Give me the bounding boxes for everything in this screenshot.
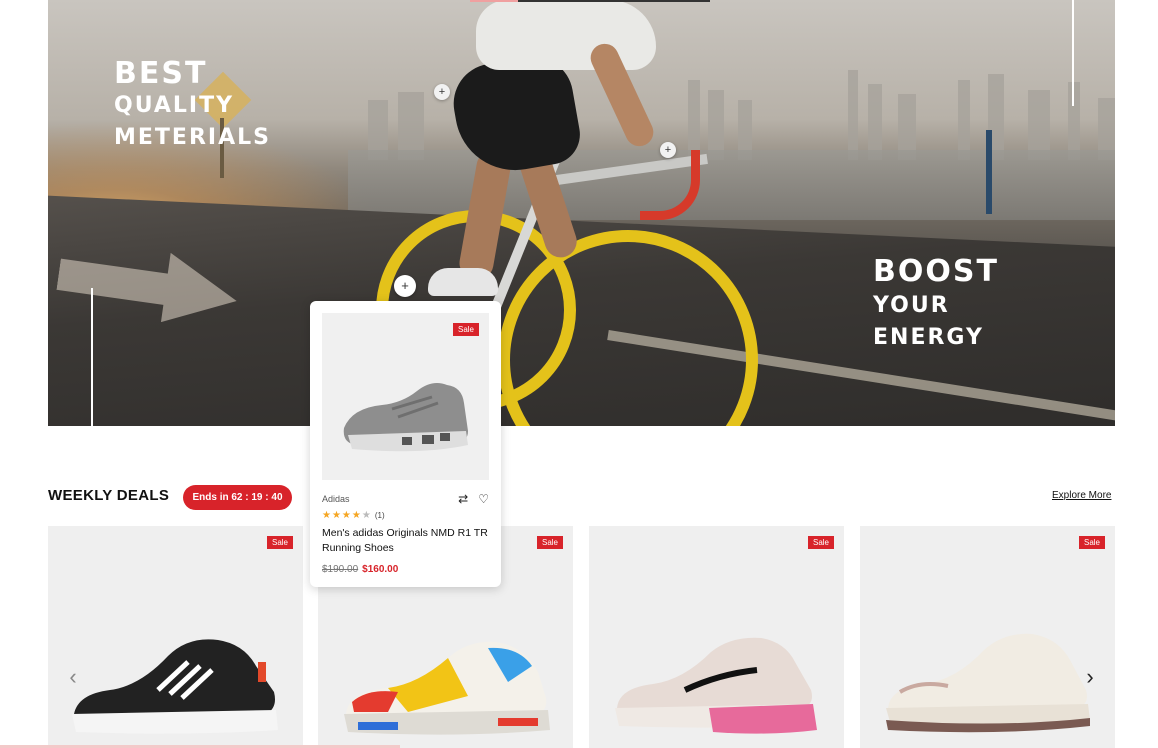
- wishlist-heart-icon[interactable]: ♡: [478, 492, 489, 506]
- compare-icon[interactable]: ⇄: [458, 492, 468, 506]
- gray-sneaker-image: [343, 383, 468, 452]
- weekly-deals-heading: WEEKLY DEALS: [48, 487, 170, 504]
- star-filled-icons: ★★★★: [322, 510, 362, 521]
- slider-indicator[interactable]: [470, 0, 710, 2]
- pink-training-shoe-image: [615, 637, 817, 734]
- rating-stars: ★★★★★ (1): [322, 510, 489, 521]
- sale-badge: Sale: [266, 536, 293, 549]
- hero-right-line3: ENERGY: [873, 325, 984, 350]
- product-title[interactable]: Men's adidas Originals NMD R1 TR Running…: [322, 526, 489, 556]
- old-price: $190.00: [322, 564, 359, 575]
- hotspot-plus-icon-active[interactable]: +: [394, 275, 416, 297]
- hero-banner[interactable]: BEST QUALITY METERIALS BOOST YOUR ENERGY…: [48, 0, 1115, 426]
- hero-left-line3: METERIALS: [114, 125, 271, 150]
- hero-left-heading: BEST: [114, 56, 208, 91]
- carousel-next-arrow-icon[interactable]: ›: [1077, 662, 1103, 692]
- product-card[interactable]: Sale: [589, 526, 844, 748]
- hero-left-line2: QUALITY: [114, 93, 235, 118]
- carousel-prev-arrow-icon[interactable]: ‹: [60, 662, 86, 692]
- slider-indicator-active: [470, 0, 518, 2]
- deal-countdown-timer: Ends in 62 : 19 : 40: [183, 485, 292, 510]
- rating-count: (1): [374, 511, 385, 520]
- hotspot-product-popup[interactable]: Sale Adidas ⇄ ♡ ★★★★★ (1) Men's adidas Or…: [310, 301, 501, 587]
- sale-badge: Sale: [807, 536, 834, 549]
- rider-shoe: [428, 268, 498, 296]
- hero-divider-line: [1072, 0, 1074, 106]
- product-card[interactable]: Sale: [48, 526, 303, 748]
- hero-post: [986, 130, 992, 214]
- hero-sea: [348, 150, 1115, 220]
- hotspot-plus-icon[interactable]: +: [434, 84, 450, 100]
- product-prices: $190.00 $160.00: [322, 564, 489, 575]
- star-empty-icon: ★: [361, 510, 372, 521]
- sale-price: $160.00: [362, 564, 399, 575]
- product-card[interactable]: Sale: [860, 526, 1115, 748]
- hero-left-headline: BEST QUALITY METERIALS: [114, 58, 271, 154]
- product-brand: Adidas: [322, 494, 350, 504]
- sale-badge: Sale: [1078, 536, 1105, 549]
- sale-badge: Sale: [536, 536, 563, 549]
- explore-more-link[interactable]: Explore More: [1052, 490, 1111, 501]
- hero-right-heading: BOOST: [873, 254, 999, 289]
- hero-city-skyline: [368, 70, 1115, 160]
- rider-shirt: [476, 0, 656, 70]
- black-running-shoe-image: [72, 639, 278, 734]
- popup-brand-row: Adidas ⇄ ♡: [322, 492, 489, 506]
- sale-badge: Sale: [452, 323, 479, 336]
- colorful-retro-shoe-image: [344, 641, 550, 735]
- popup-product-image[interactable]: Sale: [322, 313, 489, 480]
- hero-right-line2: YOUR: [873, 293, 950, 318]
- page: BEST QUALITY METERIALS BOOST YOUR ENERGY…: [0, 0, 1158, 748]
- hero-right-headline: BOOST YOUR ENERGY: [873, 254, 999, 354]
- hotspot-plus-icon[interactable]: +: [660, 142, 676, 158]
- hero-divider-line: [91, 288, 93, 426]
